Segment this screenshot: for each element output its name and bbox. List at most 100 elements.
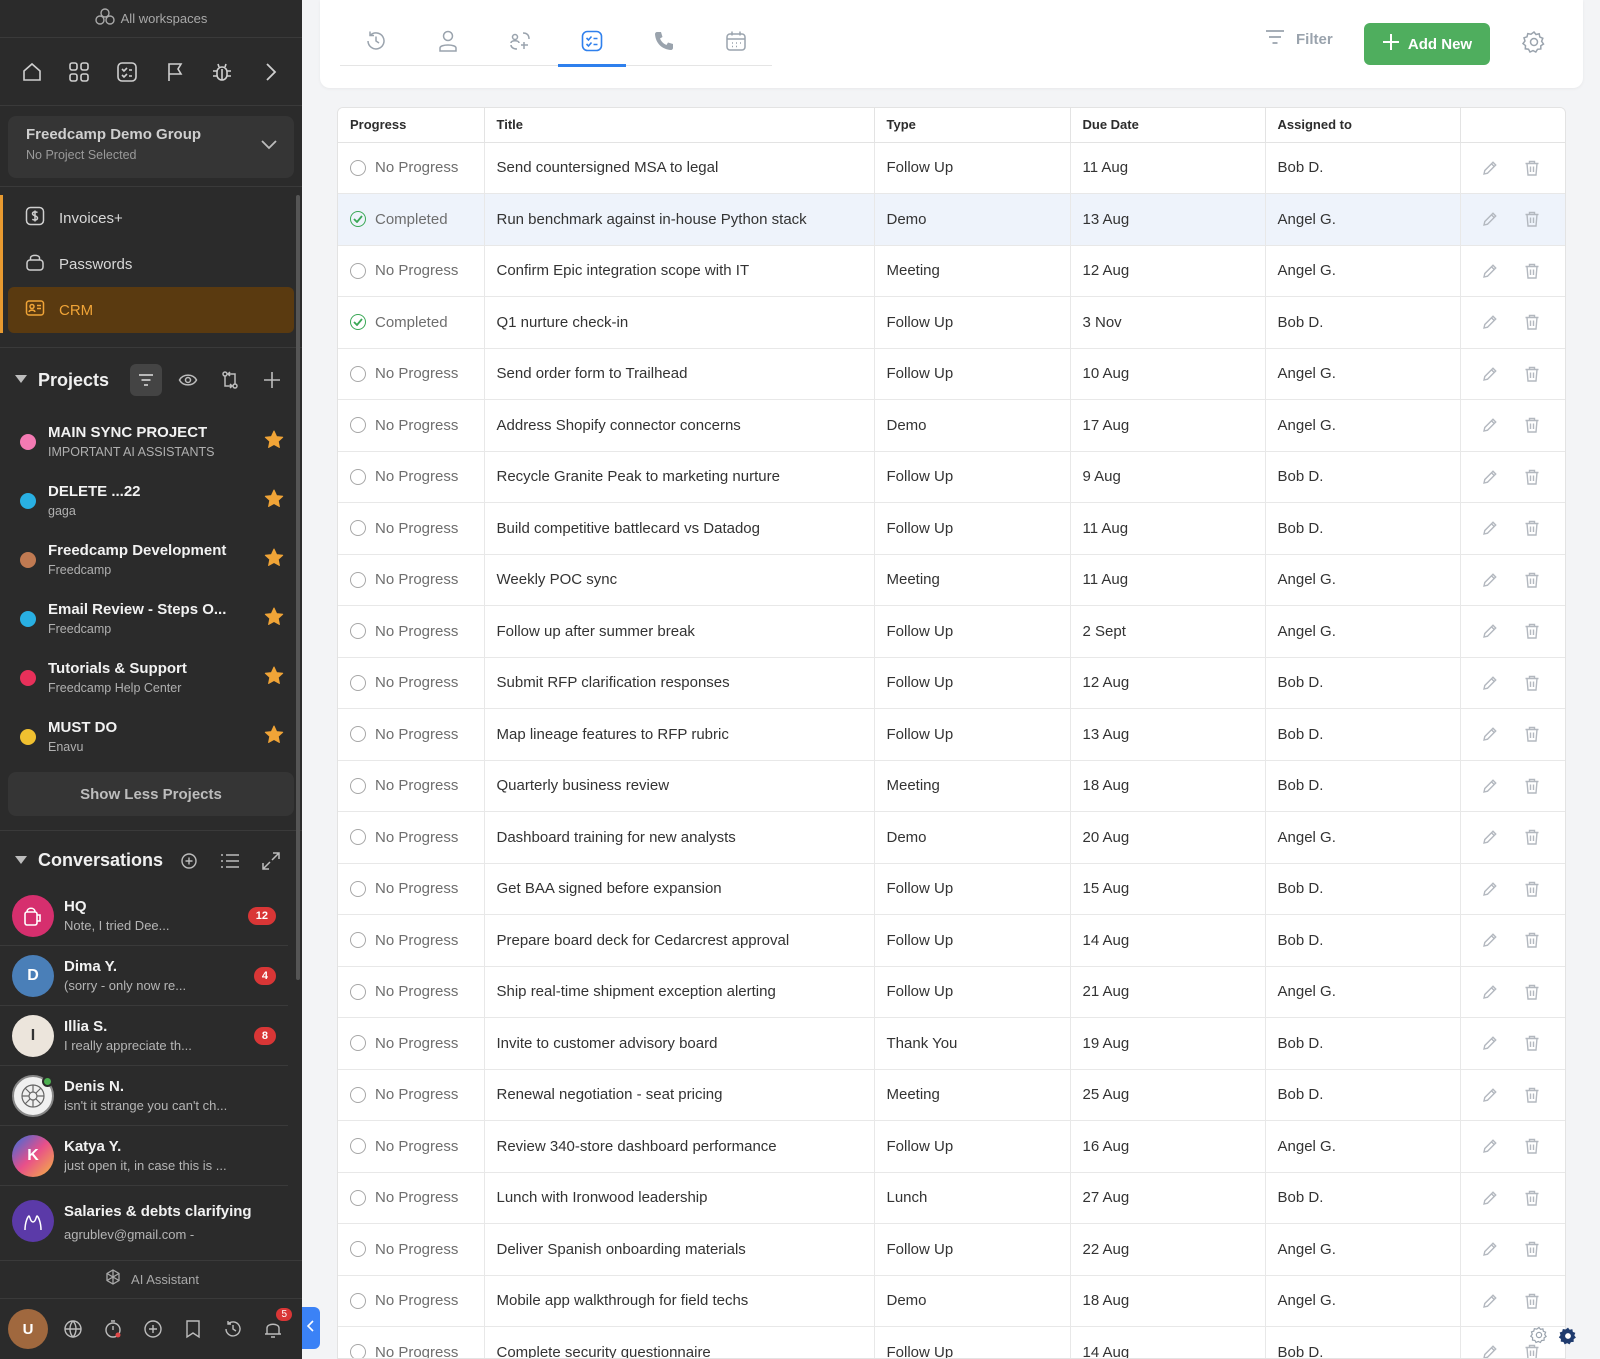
- bug-icon[interactable]: [205, 55, 239, 89]
- progress-circle-icon[interactable]: [350, 932, 366, 949]
- add-new-button[interactable]: Add New: [1364, 23, 1490, 65]
- project-item[interactable]: Email Review - Steps O... Freedcamp: [0, 589, 302, 648]
- tab-calls[interactable]: [628, 20, 700, 66]
- star-icon[interactable]: [264, 430, 284, 454]
- title-cell[interactable]: Dashboard training for new analysts: [484, 811, 875, 864]
- delete-trash-icon[interactable]: [1523, 468, 1541, 486]
- ai-assistant-button[interactable]: AI Assistant: [0, 1260, 302, 1298]
- edit-pencil-icon[interactable]: [1481, 1343, 1499, 1358]
- table-row[interactable]: No Progress Quarterly business review Meet…: [338, 760, 1565, 812]
- table-row[interactable]: No Progress Deliver Spanish onboarding ma…: [338, 1223, 1565, 1276]
- delete-trash-icon[interactable]: [1523, 1292, 1541, 1310]
- progress-circle-icon[interactable]: [350, 571, 366, 588]
- title-cell[interactable]: Submit RFP clarification responses: [484, 657, 875, 709]
- column-header-title[interactable]: Title: [484, 108, 875, 143]
- delete-trash-icon[interactable]: [1523, 1137, 1541, 1155]
- progress-circle-icon[interactable]: [350, 829, 366, 846]
- progress-circle-icon[interactable]: [350, 1292, 366, 1309]
- app-item-invoices[interactable]: Invoices+: [8, 195, 294, 241]
- project-item[interactable]: MUST DO Enavu: [0, 707, 302, 766]
- caret-down-icon[interactable]: [14, 371, 28, 389]
- progress-circle-icon[interactable]: [350, 880, 366, 897]
- edit-pencil-icon[interactable]: [1481, 880, 1499, 898]
- delete-trash-icon[interactable]: [1523, 725, 1541, 743]
- progress-circle-icon[interactable]: [350, 262, 366, 279]
- edit-pencil-icon[interactable]: [1481, 1086, 1499, 1104]
- progress-circle-icon[interactable]: [350, 623, 366, 640]
- table-row[interactable]: No Progress Get BAA signed before expansi…: [338, 863, 1565, 915]
- title-cell[interactable]: Map lineage features to RFP rubric: [484, 708, 875, 761]
- progress-circle-icon[interactable]: [350, 468, 366, 485]
- delete-trash-icon[interactable]: [1523, 365, 1541, 383]
- edit-pencil-icon[interactable]: [1481, 1034, 1499, 1052]
- bookmark-icon[interactable]: [178, 1314, 208, 1344]
- delete-trash-icon[interactable]: [1523, 262, 1541, 280]
- title-cell[interactable]: Confirm Epic integration scope with IT: [484, 245, 875, 297]
- delete-trash-icon[interactable]: [1523, 159, 1541, 177]
- title-cell[interactable]: Lunch with Ironwood leadership: [484, 1172, 875, 1224]
- edit-pencil-icon[interactable]: [1481, 313, 1499, 331]
- title-cell[interactable]: Renewal negotiation - seat pricing: [484, 1069, 875, 1121]
- progress-circle-icon[interactable]: [350, 777, 366, 794]
- title-cell[interactable]: Q1 nurture check-in: [484, 296, 875, 349]
- edit-pencil-icon[interactable]: [1481, 262, 1499, 280]
- edit-pencil-icon[interactable]: [1481, 828, 1499, 846]
- show-less-projects-button[interactable]: Show Less Projects: [8, 772, 294, 816]
- edit-pencil-icon[interactable]: [1481, 725, 1499, 743]
- edit-pencil-icon[interactable]: [1481, 931, 1499, 949]
- star-icon[interactable]: [264, 548, 284, 572]
- edit-pencil-icon[interactable]: [1481, 571, 1499, 589]
- tab-leads[interactable]: [484, 20, 556, 66]
- table-row[interactable]: No Progress Complete security questionnai…: [338, 1326, 1565, 1358]
- table-row[interactable]: No Progress Send countersigned MSA to leg…: [338, 142, 1565, 194]
- table-row[interactable]: No Progress Dashboard training for new an…: [338, 811, 1565, 864]
- project-item[interactable]: DELETE ...22 gaga: [0, 471, 302, 530]
- edit-pencil-icon[interactable]: [1481, 416, 1499, 434]
- title-cell[interactable]: Build competitive battlecard vs Datadog: [484, 502, 875, 555]
- star-icon[interactable]: [264, 489, 284, 513]
- delete-trash-icon[interactable]: [1523, 1240, 1541, 1258]
- progress-circle-icon[interactable]: [350, 674, 366, 691]
- table-row[interactable]: No Progress Recycle Granite Peak to marke…: [338, 451, 1565, 503]
- add-project-icon[interactable]: [256, 364, 288, 396]
- conversation-item[interactable]: I Illia S. I really appreciate th... 8: [0, 1006, 288, 1066]
- caret-down-icon[interactable]: [14, 852, 28, 870]
- star-icon[interactable]: [264, 666, 284, 690]
- conversation-item[interactable]: K Katya Y. just open it, in case this is…: [0, 1126, 288, 1186]
- title-cell[interactable]: Invite to customer advisory board: [484, 1017, 875, 1070]
- project-item[interactable]: Tutorials & Support Freedcamp Help Cente…: [0, 648, 302, 707]
- edit-pencil-icon[interactable]: [1481, 1240, 1499, 1258]
- chevron-right-icon[interactable]: [253, 55, 287, 89]
- app-item-passwords[interactable]: Passwords: [8, 241, 294, 287]
- title-cell[interactable]: Complete security questionnaire: [484, 1326, 875, 1358]
- settings-gear-icon[interactable]: [1529, 1326, 1548, 1351]
- delete-trash-icon[interactable]: [1523, 828, 1541, 846]
- title-cell[interactable]: Get BAA signed before expansion: [484, 863, 875, 915]
- conversation-item[interactable]: Denis N. isn't it strange you can't ch..…: [0, 1066, 288, 1126]
- delete-trash-icon[interactable]: [1523, 622, 1541, 640]
- filter-button[interactable]: Filter: [1264, 29, 1333, 49]
- group-selector[interactable]: Freedcamp Demo Group No Project Selected: [8, 116, 294, 178]
- all-workspaces-link[interactable]: All workspaces: [0, 0, 302, 38]
- progress-circle-icon[interactable]: [350, 1035, 366, 1052]
- delete-trash-icon[interactable]: [1523, 210, 1541, 228]
- table-row[interactable]: No Progress Ship real-time shipment excep…: [338, 966, 1565, 1018]
- edit-pencil-icon[interactable]: [1481, 1292, 1499, 1310]
- delete-trash-icon[interactable]: [1523, 416, 1541, 434]
- edit-pencil-icon[interactable]: [1481, 1137, 1499, 1155]
- new-chat-icon[interactable]: [173, 845, 204, 877]
- progress-circle-icon[interactable]: [350, 365, 366, 382]
- column-header-type[interactable]: Type: [874, 108, 1071, 143]
- table-row[interactable]: No Progress Prepare board deck for Cedarc…: [338, 914, 1565, 967]
- star-icon[interactable]: [264, 725, 284, 749]
- title-cell[interactable]: Run benchmark against in-house Python st…: [484, 193, 875, 246]
- progress-circle-icon[interactable]: [350, 726, 366, 743]
- delete-trash-icon[interactable]: [1523, 1189, 1541, 1207]
- settings-gear-icon[interactable]: [1558, 1326, 1578, 1351]
- conversation-item[interactable]: Salaries & debts clarifying agrublev@gma…: [0, 1186, 288, 1256]
- delete-trash-icon[interactable]: [1523, 983, 1541, 1001]
- settings-gear-icon[interactable]: [1521, 30, 1546, 59]
- column-header-due-date[interactable]: Due Date: [1070, 108, 1266, 143]
- progress-circle-icon[interactable]: [350, 1189, 366, 1206]
- globe-icon[interactable]: [58, 1314, 88, 1344]
